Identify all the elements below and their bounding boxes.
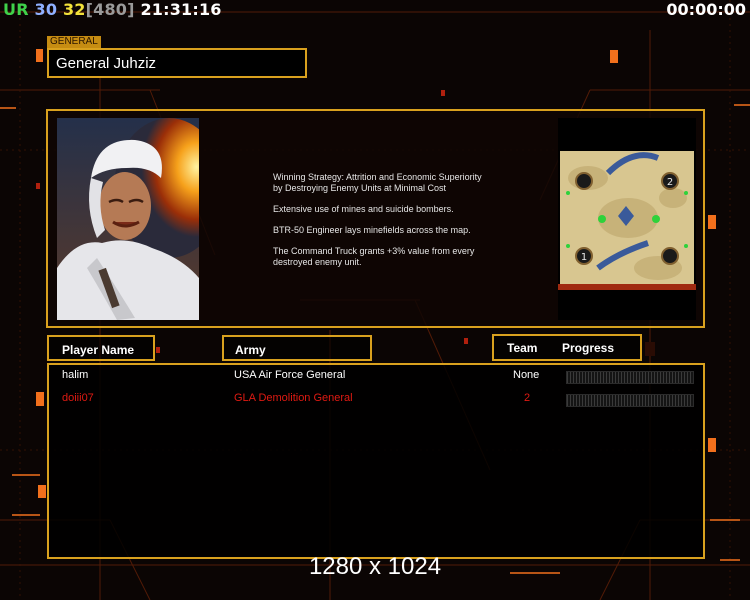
army-header-label: Army	[235, 343, 266, 357]
progress-bar	[566, 371, 694, 384]
team-progress-header: Team Progress	[492, 334, 642, 361]
description-line: Extensive use of mines and suicide bombe…	[273, 204, 454, 214]
system-clock: 21:31:16	[140, 0, 222, 19]
progress-header-label: Progress	[562, 341, 615, 355]
fps-counter: UR 30 32[480] 21:31:16	[3, 0, 222, 19]
army-name: USA Air Force General	[234, 369, 346, 381]
stat-b: 32	[62, 0, 86, 19]
stat-a: 30	[34, 0, 58, 19]
general-name: General Juhziz	[56, 55, 157, 72]
army-header: Army	[222, 335, 372, 361]
general-portrait	[57, 118, 199, 320]
general-tag: GENERAL	[47, 36, 101, 48]
army-name: GLA Demolition General	[234, 392, 353, 404]
team-header-label: Team	[507, 341, 538, 355]
game-timer: 00:00:00	[666, 0, 746, 19]
ur-label: UR	[3, 0, 29, 19]
resolution-label: 1280 x 1024	[308, 553, 442, 580]
general-name-box: General Juhziz	[47, 48, 307, 78]
start-position-2: 2	[667, 177, 673, 188]
progress-bar	[566, 394, 694, 407]
description-line: BTR-50 Engineer lays minefields across t…	[273, 225, 471, 235]
description-line: The Command Truck grants +3% value from …	[273, 246, 475, 267]
team-value: None	[513, 369, 540, 381]
table-row: halim USA Air Force General None	[49, 369, 703, 385]
player-name-header: Player Name	[47, 335, 155, 361]
player-name: doiii07	[62, 392, 94, 404]
bracket-value: [480]	[85, 0, 135, 19]
start-position-1: 1	[581, 252, 587, 263]
team-value: 2	[524, 392, 531, 404]
player-name-header-label: Player Name	[62, 343, 135, 357]
table-row: doiii07 GLA Demolition General 2	[49, 392, 703, 408]
description-line: Winning Strategy: Attrition and Economic…	[273, 172, 482, 193]
map-preview: 2 1	[558, 118, 696, 320]
player-table: halim USA Air Force General None doiii07…	[47, 363, 705, 559]
strategy-description: Winning Strategy: Attrition and Economic…	[273, 172, 523, 278]
player-name: halim	[62, 369, 89, 381]
